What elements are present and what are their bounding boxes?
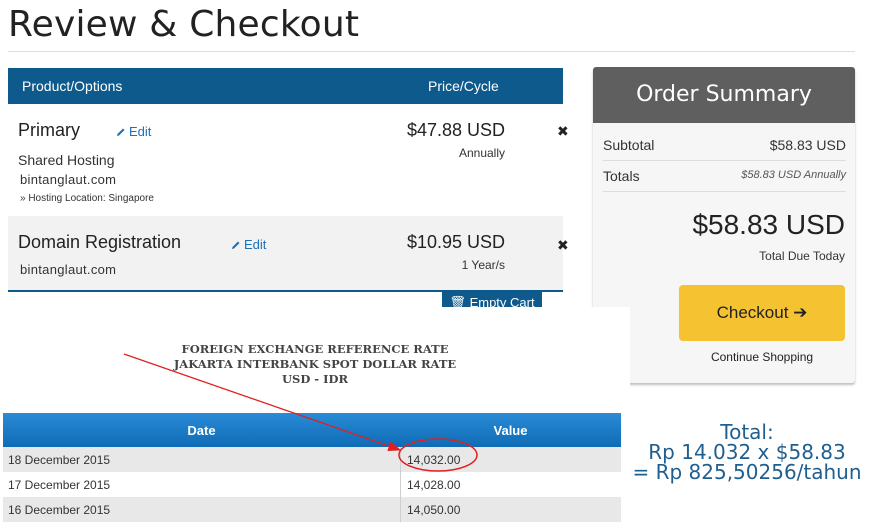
- table-row: 17 December 2015 14,028.00: [3, 472, 621, 497]
- edit-label: Edit: [129, 124, 152, 139]
- product-option: » Hosting Location: Singapore: [20, 193, 154, 204]
- heading-line: JAKARTA INTERBANK SPOT DOLLAR RATE: [173, 357, 457, 371]
- totals-value: $58.83 USD Annually: [741, 169, 846, 181]
- checkout-label: Checkout: [716, 303, 789, 322]
- order-summary-panel: Order Summary Subtotal $58.83 USD Totals…: [593, 67, 855, 383]
- page-title: Review & Checkout: [8, 4, 360, 45]
- table-row: 18 December 2015 14,032.00: [3, 447, 621, 472]
- total-calculation-note: Total: Rp 14.032 x $58.83 = Rp 825,50256…: [622, 422, 872, 482]
- product-name: Primary: [18, 120, 80, 140]
- subtotal-label: Subtotal: [603, 137, 655, 153]
- note-line: = Rp 825,50256/tahun: [632, 460, 862, 484]
- edit-label: Edit: [244, 237, 267, 252]
- totals-label: Totals: [603, 168, 640, 184]
- edit-link[interactable]: Edit: [231, 237, 266, 252]
- row-date: 16 December 2015: [8, 503, 111, 517]
- edit-link[interactable]: Edit: [116, 124, 151, 139]
- price-cycle-column-header: Price/Cycle: [428, 78, 499, 94]
- arrow-right-icon: ➔: [793, 303, 808, 322]
- subtotal-row: Subtotal $58.83 USD: [603, 137, 846, 153]
- product-domain: bintanglaut.com: [20, 262, 117, 277]
- date-column-header: Date: [187, 423, 216, 438]
- row-date: 17 December 2015: [8, 478, 111, 492]
- totals-row: Totals $58.83 USD Annually: [603, 168, 846, 184]
- value-column-header: Value: [493, 423, 528, 438]
- continue-shopping-link[interactable]: Continue Shopping: [679, 350, 845, 364]
- summary-divider: [603, 160, 846, 161]
- summary-divider: [603, 191, 846, 192]
- row-value: 14,050.00: [407, 503, 461, 517]
- checkout-button[interactable]: Checkout ➔: [679, 285, 845, 341]
- row-value: 14,028.00: [407, 478, 461, 492]
- product-cycle: 1 Year/s: [461, 258, 505, 272]
- subtotal-value: $58.83 USD: [769, 137, 846, 153]
- cart-item-domain: Domain Registration Edit bintanglaut.com…: [8, 216, 569, 292]
- row-value: 14,032.00: [407, 453, 461, 467]
- product-name: Domain Registration: [18, 232, 182, 252]
- heading-line: FOREIGN EXCHANGE REFERENCE RATE: [181, 342, 449, 356]
- row-date: 18 December 2015: [8, 453, 111, 467]
- product-group: Shared Hosting: [18, 152, 115, 168]
- note-line: Rp 14.032 x $58.83: [648, 440, 846, 464]
- product-price: $10.95 USD: [406, 232, 505, 252]
- remove-item-icon[interactable]: ✖: [557, 237, 569, 254]
- total-due-amount: $58.83 USD: [692, 209, 845, 240]
- order-summary-title: Order Summary: [593, 67, 855, 123]
- product-domain: bintanglaut.com: [20, 172, 117, 187]
- pencil-icon: [117, 128, 125, 136]
- table-header: Date Value: [3, 413, 621, 447]
- heading-line: USD - IDR: [282, 372, 348, 386]
- cart-table-header: Product/Options Price/Cycle: [8, 68, 563, 104]
- title-divider: [8, 51, 855, 52]
- cart-item-primary: Primary Edit Shared Hosting bintanglaut.…: [8, 104, 569, 216]
- product-cycle: Annually: [458, 146, 505, 160]
- product-options-column-header: Product/Options: [22, 78, 123, 94]
- total-due-label: Total Due Today: [759, 249, 845, 263]
- table-row: 16 December 2015 14,050.00: [3, 497, 621, 522]
- pencil-icon: [232, 241, 240, 249]
- note-line: Total:: [720, 420, 774, 444]
- product-price: $47.88 USD: [406, 120, 505, 140]
- remove-item-icon[interactable]: ✖: [557, 123, 569, 140]
- exchange-rate-heading: FOREIGN EXCHANGE REFERENCE RATE JAKARTA …: [150, 342, 480, 387]
